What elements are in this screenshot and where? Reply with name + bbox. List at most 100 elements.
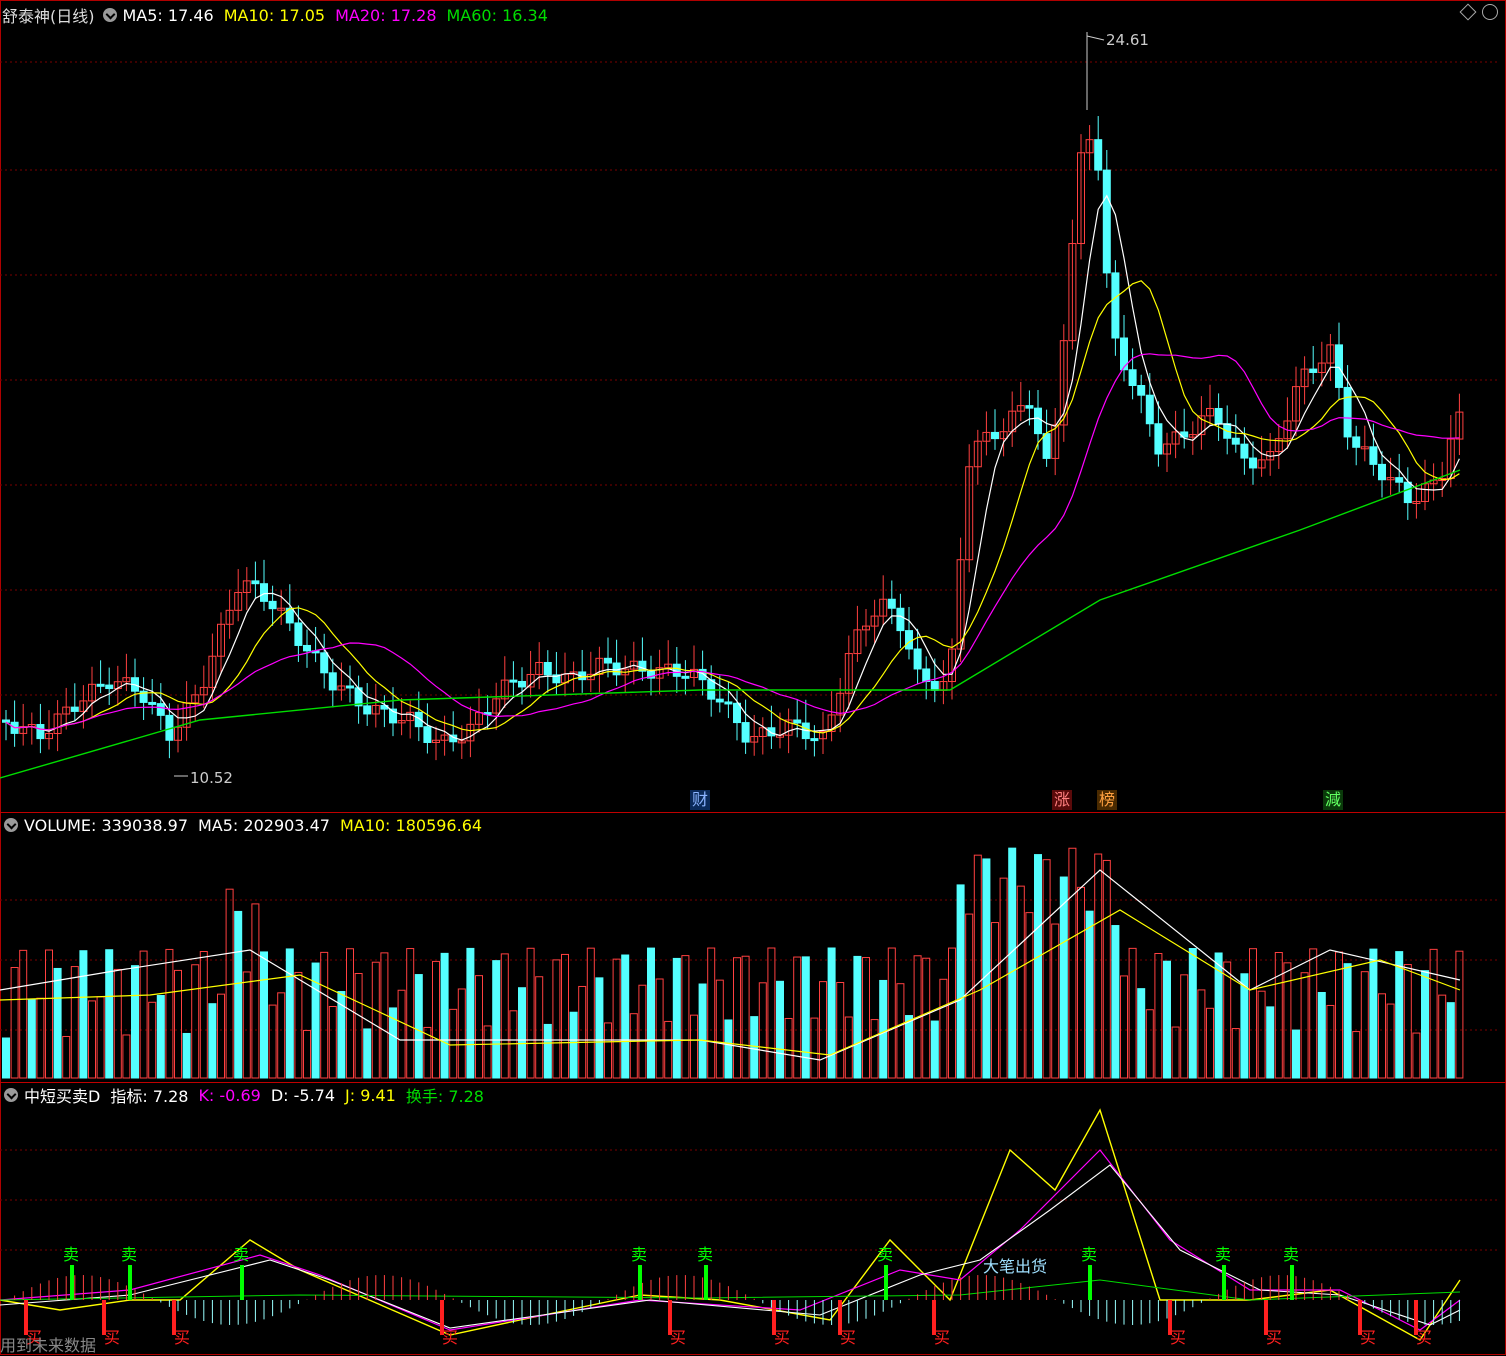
volume-bar [70, 966, 79, 1079]
candle-body [887, 598, 896, 609]
volume-bar [1171, 1026, 1180, 1079]
candle-body [96, 683, 105, 687]
settings-circle-icon[interactable] [1482, 4, 1498, 20]
candle-body [1335, 344, 1343, 388]
volume-bar [552, 959, 561, 1079]
volume-bar [242, 971, 251, 1079]
volume-bar [36, 997, 45, 1079]
chevron-down-icon[interactable] [4, 818, 18, 832]
event-tag-bang[interactable]: 榜 [1097, 790, 1118, 810]
sell-signal-label: 卖 [1081, 1245, 1097, 1264]
volume-bar [810, 1017, 819, 1079]
volume-bar [1223, 961, 1232, 1079]
volume-bar [1240, 973, 1249, 1079]
volume-bar [1094, 853, 1103, 1079]
volume-bar [862, 957, 870, 1079]
volume-bar [595, 977, 604, 1079]
volume-bar [1317, 991, 1326, 1079]
high-price-label: 24.61 [1106, 31, 1149, 49]
indicator-turnover: 换手: 7.28 [405, 1087, 484, 1106]
candle-body [1378, 463, 1386, 481]
event-tag-jian[interactable]: 減 [1323, 790, 1344, 810]
candle-body [518, 680, 526, 688]
volume-bar [647, 947, 655, 1079]
volume-bar [1369, 948, 1378, 1079]
volume-bar [96, 996, 105, 1079]
volume-bar [88, 1000, 96, 1079]
volume-bar [612, 958, 621, 1079]
volume-bar [492, 960, 501, 1079]
volume-bar [277, 992, 286, 1079]
candle-body [793, 719, 802, 724]
volume-bar [1403, 964, 1412, 1079]
volume-bar [561, 953, 569, 1079]
sell-signal-label: 卖 [631, 1245, 647, 1264]
volume-bar [500, 953, 509, 1079]
volume-bar [165, 948, 174, 1079]
volume-bar [870, 1019, 879, 1079]
sell-signal-label: 卖 [121, 1245, 137, 1264]
candle-body [1395, 477, 1404, 483]
volume-bar [346, 948, 354, 1079]
volume-bar [853, 955, 862, 1079]
candle-body [1034, 407, 1042, 435]
buy-signal-label: 买 [670, 1328, 686, 1347]
buy-signal-label: 买 [442, 1328, 458, 1347]
volume-bar [1206, 1007, 1214, 1079]
main-legend: 舒泰神(日线) MA5: 17.46 MA10: 17.05 MA20: 17.… [2, 3, 558, 27]
chevron-down-icon[interactable] [4, 1088, 18, 1102]
event-tag-zhang[interactable]: 涨 [1052, 790, 1073, 810]
candle-body [1128, 369, 1137, 386]
volume-bar [879, 979, 888, 1079]
volume-bar [1249, 948, 1257, 1079]
volume-bar [10, 967, 19, 1079]
volume-bar [750, 1016, 759, 1079]
volume-bar [586, 947, 595, 1079]
candle-body [1231, 437, 1240, 445]
volume-bar [285, 948, 294, 1079]
volume-bar [1326, 1004, 1335, 1079]
volume-bar [251, 903, 260, 1079]
volume-bar [62, 1035, 71, 1079]
stock-chart-canvas[interactable]: 卖卖卖卖卖卖卖卖卖买买买买买买买买买买买买 [0, 0, 1506, 1355]
volume-bar [1429, 948, 1438, 1079]
volume-bar [105, 949, 114, 1079]
low-price-label: 10.52 [190, 769, 233, 787]
volume-bar [982, 858, 991, 1079]
volume-bar [294, 971, 303, 1079]
candle-body [715, 698, 724, 703]
volume-bar [887, 947, 896, 1079]
candle-body [905, 630, 913, 650]
volume-bar [956, 884, 965, 1079]
volume-bar [1016, 885, 1025, 1079]
volume-bar [27, 999, 36, 1079]
volume-bar [707, 947, 716, 1079]
candle-body [156, 703, 165, 716]
candle-body [913, 648, 922, 670]
volume-bar [672, 957, 681, 1079]
candle-body [294, 622, 303, 646]
candle-body [1249, 457, 1257, 469]
volume-bar [1412, 1032, 1421, 1079]
chevron-down-icon[interactable] [102, 8, 117, 22]
candle-body [810, 738, 819, 742]
volume-bar [715, 979, 724, 1079]
indicator-title: 中短买卖D [24, 1087, 101, 1106]
volume-bar [578, 985, 587, 1079]
panel-separator [0, 1082, 1506, 1083]
buy-signal-label: 买 [840, 1328, 856, 1347]
volume-bar [1438, 994, 1447, 1079]
candle-body [320, 652, 329, 674]
ma-line [5, 353, 1460, 731]
volume-legend: VOLUME: 339038.97 MA5: 202903.47 MA10: 1… [2, 813, 492, 837]
volume-bar [1378, 993, 1386, 1079]
volume-bar [113, 968, 122, 1079]
volume-ma5: MA5: 202903.47 [198, 815, 330, 835]
volume-bar [1283, 962, 1292, 1079]
volume-bar [621, 954, 630, 1079]
event-tag-cai[interactable]: 财 [690, 790, 711, 810]
volume-bar [311, 962, 320, 1079]
volume-bar [690, 1014, 698, 1079]
volume-bar [973, 854, 982, 1079]
volume-bar [45, 949, 53, 1079]
